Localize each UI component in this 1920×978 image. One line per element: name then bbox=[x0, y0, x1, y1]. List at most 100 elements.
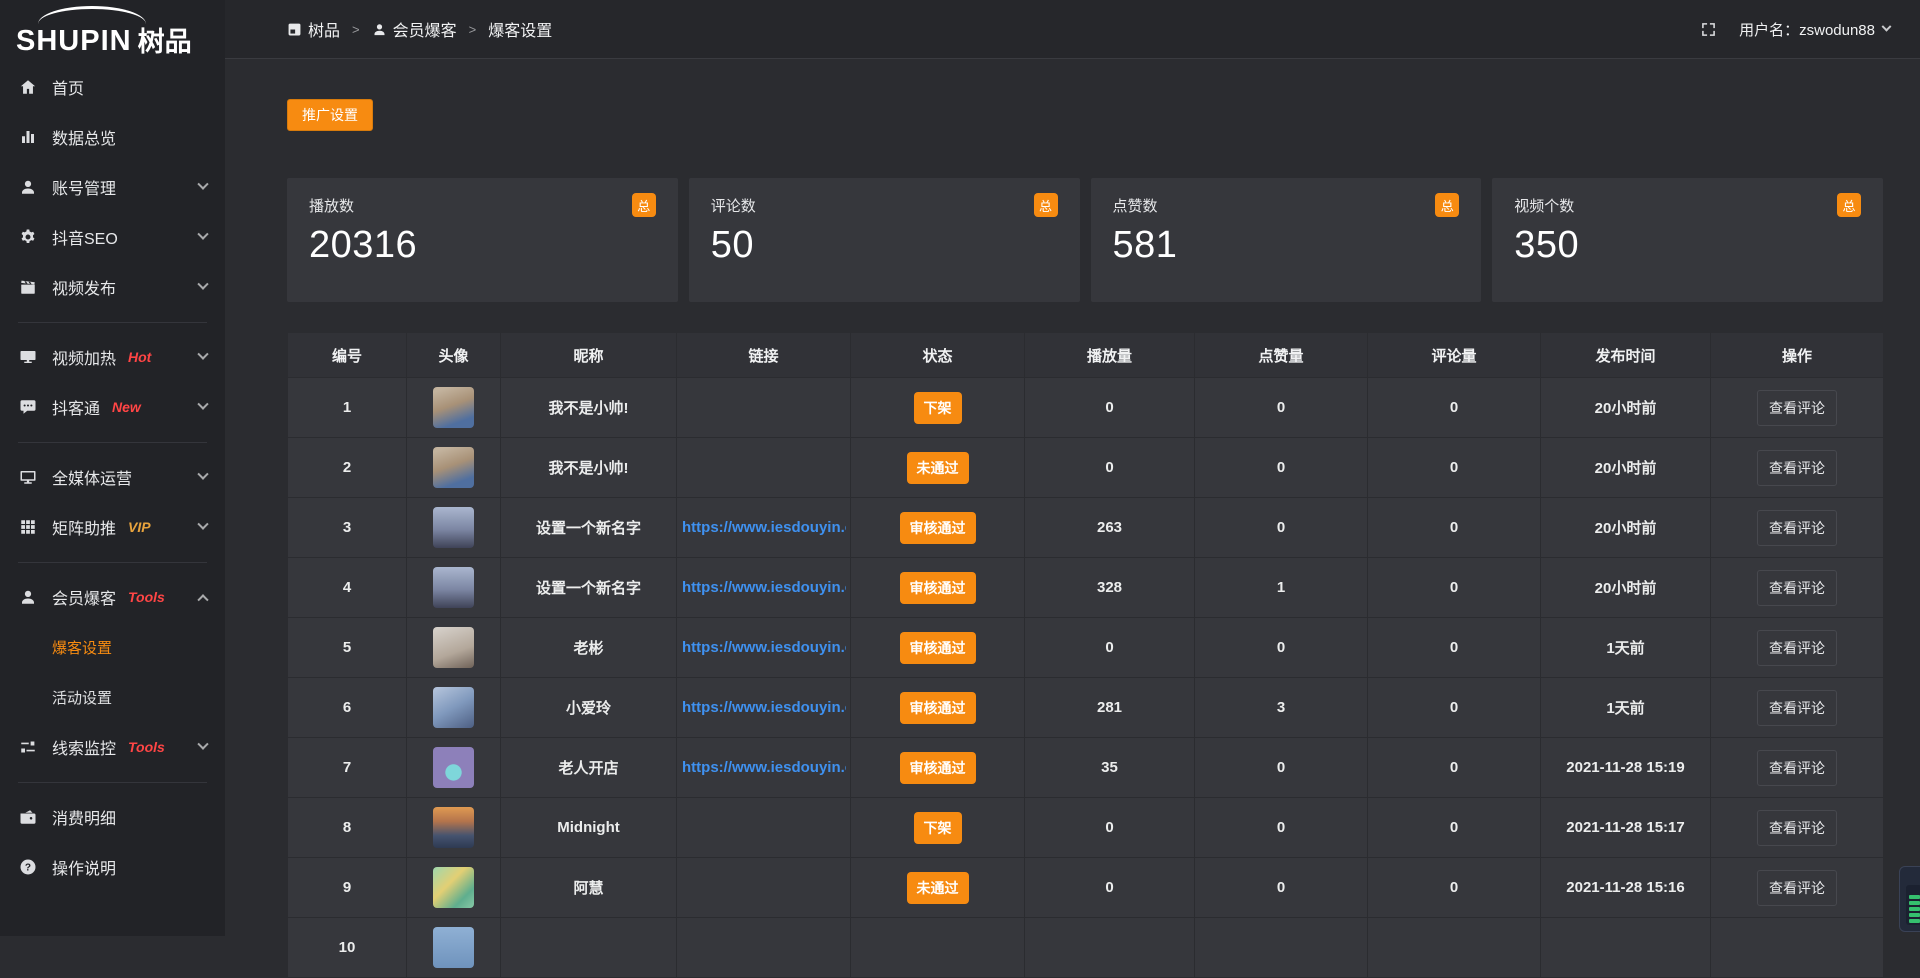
sidebar-item-clue-monitor[interactable]: 线索监控Tools bbox=[0, 722, 225, 772]
cell-nickname bbox=[501, 918, 677, 978]
cell-time bbox=[1541, 918, 1711, 978]
cell-status: 未通过 bbox=[851, 438, 1025, 498]
stat-total-badge: 总 bbox=[1435, 193, 1459, 217]
avatar bbox=[433, 447, 474, 488]
cell-status: 下架 bbox=[851, 378, 1025, 438]
view-comments-button[interactable]: 查看评论 bbox=[1757, 570, 1837, 606]
sidebar-item-operation-guide[interactable]: ? 操作说明 bbox=[0, 842, 225, 892]
view-comments-button[interactable]: 查看评论 bbox=[1757, 750, 1837, 786]
user-icon bbox=[18, 177, 38, 197]
profile-link[interactable]: https://www.iesdouyin.com/share/user/ bbox=[681, 519, 846, 536]
profile-link[interactable]: https://www.iesdouyin.com/share/user/ bbox=[681, 639, 846, 656]
cell-status: 未通过 bbox=[851, 858, 1025, 918]
user-chevron-down-icon[interactable] bbox=[1882, 21, 1892, 31]
cell-plays: 0 bbox=[1025, 798, 1195, 858]
cell-avatar bbox=[407, 618, 501, 678]
table-row: 2我不是小帅!未通过00020小时前查看评论 bbox=[288, 438, 1884, 498]
cell-likes: 0 bbox=[1195, 438, 1368, 498]
topbar: 树品>会员爆客>爆客设置 用户名：zswodun88 bbox=[225, 0, 1920, 59]
cell-action: 查看评论 bbox=[1711, 858, 1884, 918]
sidebar-item-data-overview[interactable]: 数据总览 bbox=[0, 112, 225, 162]
sidebar-item-label: 消费明细 bbox=[52, 805, 116, 829]
cell-likes bbox=[1195, 918, 1368, 978]
sidebar-item-account-management[interactable]: 账号管理 bbox=[0, 162, 225, 212]
cell-link: https://www.iesdouyin.com/share/user/ bbox=[677, 738, 851, 798]
view-comments-button[interactable]: 查看评论 bbox=[1757, 870, 1837, 906]
sidebar-item-all-media[interactable]: 全媒体运营 bbox=[0, 452, 225, 502]
sidebar-item-label: 全媒体运营 bbox=[52, 465, 132, 489]
cell-likes: 0 bbox=[1195, 858, 1368, 918]
profile-link[interactable]: https://www.iesdouyin.com/share/user/ bbox=[681, 759, 846, 776]
breadcrumb-item-baoke-settings[interactable]: 爆客设置 bbox=[488, 17, 552, 41]
cell-likes: 0 bbox=[1195, 798, 1368, 858]
avatar bbox=[433, 387, 474, 428]
column-header-9: 操作 bbox=[1711, 333, 1884, 378]
profile-link[interactable]: https://www.iesdouyin.com/share/user/ bbox=[681, 699, 846, 716]
view-comments-button[interactable]: 查看评论 bbox=[1757, 630, 1837, 666]
table-row: 9阿慧未通过0002021-11-28 15:16查看评论 bbox=[288, 858, 1884, 918]
stat-total-badge: 总 bbox=[1837, 193, 1861, 217]
sidebar-item-label: 操作说明 bbox=[52, 855, 116, 879]
cell-link: https://www.iesdouyin.com/share/user/ bbox=[677, 678, 851, 738]
view-comments-button[interactable]: 查看评论 bbox=[1757, 810, 1837, 846]
app-window: SHUPIN 树品 首页数据总览账号管理抖音SEO 视频发布视频加热Hot抖客通N… bbox=[0, 0, 1920, 936]
svg-text:?: ? bbox=[25, 862, 31, 873]
cell-comments bbox=[1368, 918, 1541, 978]
sidebar-item-video-heat[interactable]: 视频加热Hot bbox=[0, 332, 225, 382]
cell-id: 6 bbox=[288, 678, 407, 738]
sidebar-item-douke-tong[interactable]: 抖客通New bbox=[0, 382, 225, 432]
cell-comments: 0 bbox=[1368, 858, 1541, 918]
fullscreen-icon[interactable] bbox=[1700, 21, 1717, 38]
column-header-4: 状态 bbox=[851, 333, 1025, 378]
sidebar-subitem-baoke-settings[interactable]: 爆客设置 bbox=[0, 622, 225, 672]
cell-avatar bbox=[407, 738, 501, 798]
status-badge: 审核通过 bbox=[900, 692, 976, 724]
profile-link[interactable]: https://www.iesdouyin.com/share/user/ bbox=[681, 579, 846, 596]
chat-icon bbox=[18, 397, 38, 417]
logo-text-en: SHUPIN bbox=[16, 27, 132, 56]
column-header-7: 评论量 bbox=[1368, 333, 1541, 378]
view-comments-button[interactable]: 查看评论 bbox=[1757, 450, 1837, 486]
cell-likes: 1 bbox=[1195, 558, 1368, 618]
sidebar-item-member-baoke[interactable]: 会员爆客Tools bbox=[0, 572, 225, 622]
avatar bbox=[433, 687, 474, 728]
status-badge: 下架 bbox=[914, 812, 962, 844]
usage-widget[interactable] bbox=[1899, 866, 1920, 932]
cell-id: 1 bbox=[288, 378, 407, 438]
sidebar-badge-tools: Tools bbox=[128, 589, 165, 605]
sidebar-item-label: 视频加热 bbox=[52, 345, 116, 369]
stat-label: 视频个数 bbox=[1514, 195, 1861, 216]
view-comments-button[interactable]: 查看评论 bbox=[1757, 510, 1837, 546]
column-header-8: 发布时间 bbox=[1541, 333, 1711, 378]
app-logo[interactable]: SHUPIN 树品 bbox=[0, 0, 225, 62]
member-icon bbox=[18, 587, 38, 607]
main-area: 树品>会员爆客>爆客设置 用户名：zswodun88 推广设置 播放数总2031… bbox=[225, 0, 1920, 936]
cell-plays: 0 bbox=[1025, 858, 1195, 918]
cell-id: 10 bbox=[288, 918, 407, 978]
breadcrumb-item-member-baoke[interactable]: 会员爆客 bbox=[372, 17, 457, 41]
cell-action: 查看评论 bbox=[1711, 498, 1884, 558]
view-comments-button[interactable]: 查看评论 bbox=[1757, 690, 1837, 726]
column-header-2: 昵称 bbox=[501, 333, 677, 378]
cell-likes: 0 bbox=[1195, 738, 1368, 798]
sidebar-item-douyin-seo[interactable]: 抖音SEO bbox=[0, 212, 225, 262]
breadcrumb-item-shupin[interactable]: 树品 bbox=[287, 17, 340, 41]
sidebar-item-label: 数据总览 bbox=[52, 125, 116, 149]
cell-plays bbox=[1025, 918, 1195, 978]
sidebar-item-home[interactable]: 首页 bbox=[0, 62, 225, 112]
promo-settings-button[interactable]: 推广设置 bbox=[287, 99, 373, 131]
table-row: 5老彬https://www.iesdouyin.com/share/user/… bbox=[288, 618, 1884, 678]
sidebar-subitem-activity-settings[interactable]: 活动设置 bbox=[0, 672, 225, 722]
cell-link bbox=[677, 378, 851, 438]
sidebar-item-video-publish[interactable]: 视频发布 bbox=[0, 262, 225, 312]
cell-link bbox=[677, 858, 851, 918]
stat-value: 581 bbox=[1113, 224, 1460, 267]
username[interactable]: 用户名：zswodun88 bbox=[1739, 19, 1875, 40]
sidebar-item-consume-detail[interactable]: 消费明细 bbox=[0, 792, 225, 842]
monitor-icon bbox=[18, 467, 38, 487]
view-comments-button[interactable]: 查看评论 bbox=[1757, 390, 1837, 426]
sidebar-item-matrix-boost[interactable]: 矩阵助推VIP bbox=[0, 502, 225, 552]
sidebar-item-label: 抖音SEO bbox=[52, 225, 118, 249]
avatar bbox=[433, 867, 474, 908]
cell-likes: 0 bbox=[1195, 378, 1368, 438]
